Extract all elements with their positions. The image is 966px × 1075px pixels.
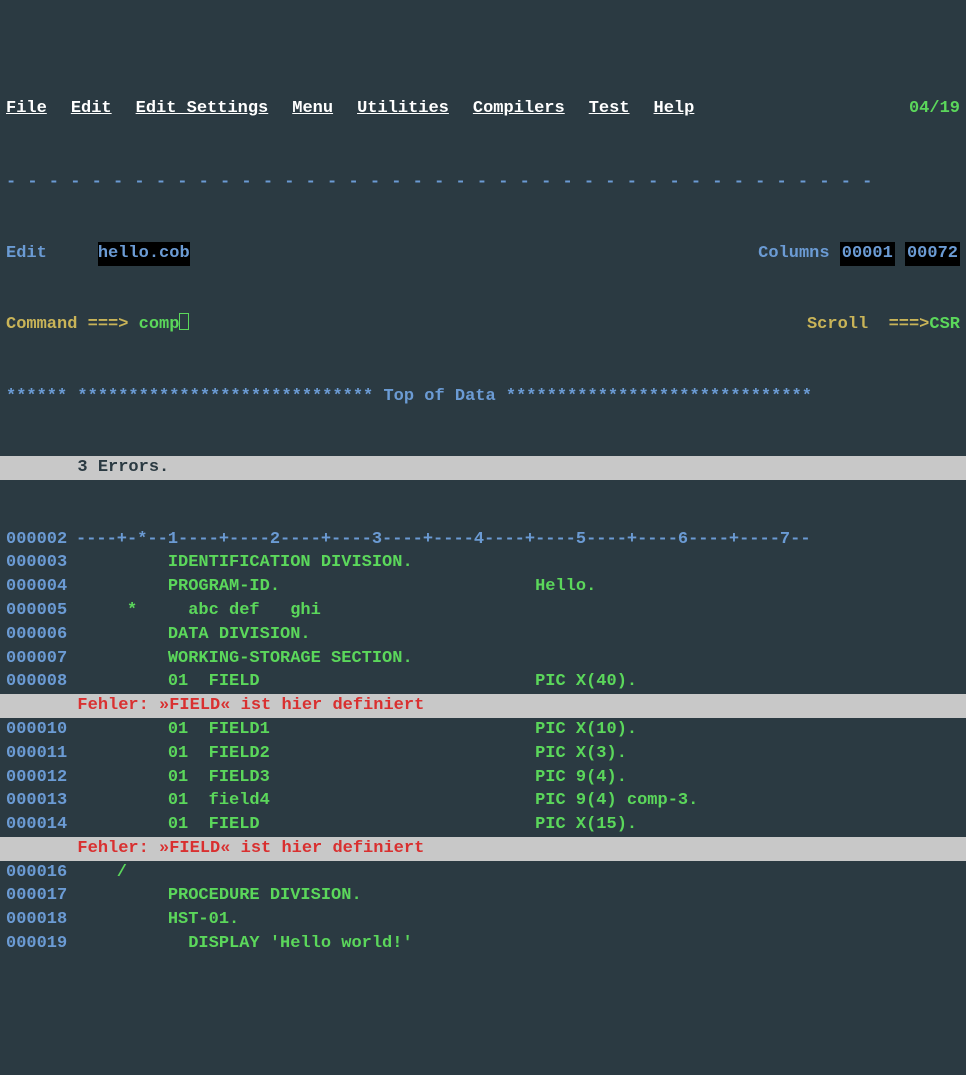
code-text: PROCEDURE DIVISION.: [76, 884, 362, 908]
code-line[interactable]: 000017 PROCEDURE DIVISION.: [0, 884, 966, 908]
mode-label: Edit: [6, 242, 47, 266]
menu-utilities[interactable]: Utilities: [357, 97, 449, 121]
code-area[interactable]: 000002----+-*--1----+----2----+----3----…: [0, 528, 966, 956]
code-line[interactable]: 000005 * abc def ghi: [0, 599, 966, 623]
error-message: Fehler: »FIELD« ist hier definiert: [0, 837, 966, 861]
code-line[interactable]: 000012 01 FIELD3 PIC 9(4).: [0, 766, 966, 790]
code-line[interactable]: 000013 01 field4 PIC 9(4) comp-3.: [0, 789, 966, 813]
code-text: IDENTIFICATION DIVISION.: [76, 551, 413, 575]
code-text: /: [76, 861, 127, 885]
line-number: 000004: [6, 575, 76, 599]
columns-label: Columns: [758, 242, 829, 266]
menu-bar: File Edit Edit_Settings Menu Utilities C…: [0, 95, 966, 123]
menu-help[interactable]: Help: [654, 97, 695, 121]
line-number: 000014: [6, 813, 76, 837]
code-line[interactable]: 000004 PROGRAM-ID. Hello.: [0, 575, 966, 599]
command-input[interactable]: comp: [139, 313, 180, 337]
code-line[interactable]: 000003 IDENTIFICATION DIVISION.: [0, 551, 966, 575]
menu-compilers[interactable]: Compilers: [473, 97, 565, 121]
code-line[interactable]: 000018 HST-01.: [0, 908, 966, 932]
code-text: 01 FIELD PIC X(40).: [76, 670, 637, 694]
code-line[interactable]: 000014 01 FIELD PIC X(15).: [0, 813, 966, 837]
code-line[interactable]: 000007 WORKING-STORAGE SECTION.: [0, 647, 966, 671]
code-text: 01 FIELD2 PIC X(3).: [76, 742, 627, 766]
code-line[interactable]: 000002----+-*--1----+----2----+----3----…: [0, 528, 966, 552]
code-line[interactable]: 000010 01 FIELD1 PIC X(10).: [0, 718, 966, 742]
line-number: 000008: [6, 670, 76, 694]
error-message: Fehler: »FIELD« ist hier definiert: [0, 694, 966, 718]
line-number: 000010: [6, 718, 76, 742]
code-line[interactable]: 000011 01 FIELD2 PIC X(3).: [0, 742, 966, 766]
error-summary: 3 Errors.: [0, 456, 966, 480]
cursor-icon: [179, 313, 189, 330]
code-text: 01 FIELD3 PIC 9(4).: [76, 766, 627, 790]
code-text: 01 FIELD PIC X(15).: [76, 813, 637, 837]
menu-edit-settings[interactable]: Edit_Settings: [136, 97, 269, 121]
scroll-label: Scroll ===>: [807, 313, 929, 337]
line-number: 000002: [6, 528, 76, 552]
divider-line: - - - - - - - - - - - - - - - - - - - - …: [0, 171, 966, 195]
line-number: 000016: [6, 861, 76, 885]
line-number: 000013: [6, 789, 76, 813]
command-row: Command ===> comp Scroll ===>CSR: [0, 313, 966, 337]
filename: hello.cob: [98, 242, 190, 266]
code-text: HST-01.: [76, 908, 239, 932]
line-number: 000007: [6, 647, 76, 671]
menu-date: 04/19: [909, 97, 960, 121]
code-line[interactable]: 000016 /: [0, 861, 966, 885]
command-label: Command ===>: [6, 313, 128, 337]
line-number: 000018: [6, 908, 76, 932]
code-text: DISPLAY 'Hello world!': [76, 932, 413, 956]
code-line[interactable]: 000008 01 FIELD PIC X(40).: [0, 670, 966, 694]
code-line[interactable]: 000006 DATA DIVISION.: [0, 623, 966, 647]
code-text: WORKING-STORAGE SECTION.: [76, 647, 413, 671]
scroll-value[interactable]: CSR: [929, 313, 960, 337]
line-number: 000017: [6, 884, 76, 908]
code-line[interactable]: 000019 DISPLAY 'Hello world!': [0, 932, 966, 956]
code-text: DATA DIVISION.: [76, 623, 311, 647]
line-number: 000006: [6, 623, 76, 647]
editor-header: Edit hello.cob Columns 00001 00072: [0, 242, 966, 266]
code-text: 01 field4 PIC 9(4) comp-3.: [76, 789, 698, 813]
line-number: 000003: [6, 551, 76, 575]
menu-test[interactable]: Test: [589, 97, 630, 121]
code-text: PROGRAM-ID. Hello.: [76, 575, 596, 599]
menu-file[interactable]: File: [6, 97, 47, 121]
menu-edit[interactable]: Edit: [71, 97, 112, 121]
col-from: 00001: [840, 242, 895, 266]
top-of-data: ****** ***************************** Top…: [0, 385, 966, 409]
col-to: 00072: [905, 242, 960, 266]
menu-menu[interactable]: Menu: [292, 97, 333, 121]
code-text: * abc def ghi: [76, 599, 321, 623]
line-number: 000019: [6, 932, 76, 956]
line-number: 000011: [6, 742, 76, 766]
code-text: 01 FIELD1 PIC X(10).: [76, 718, 637, 742]
ruler-text: ----+-*--1----+----2----+----3----+----4…: [76, 528, 811, 552]
line-number: 000012: [6, 766, 76, 790]
line-number: 000005: [6, 599, 76, 623]
